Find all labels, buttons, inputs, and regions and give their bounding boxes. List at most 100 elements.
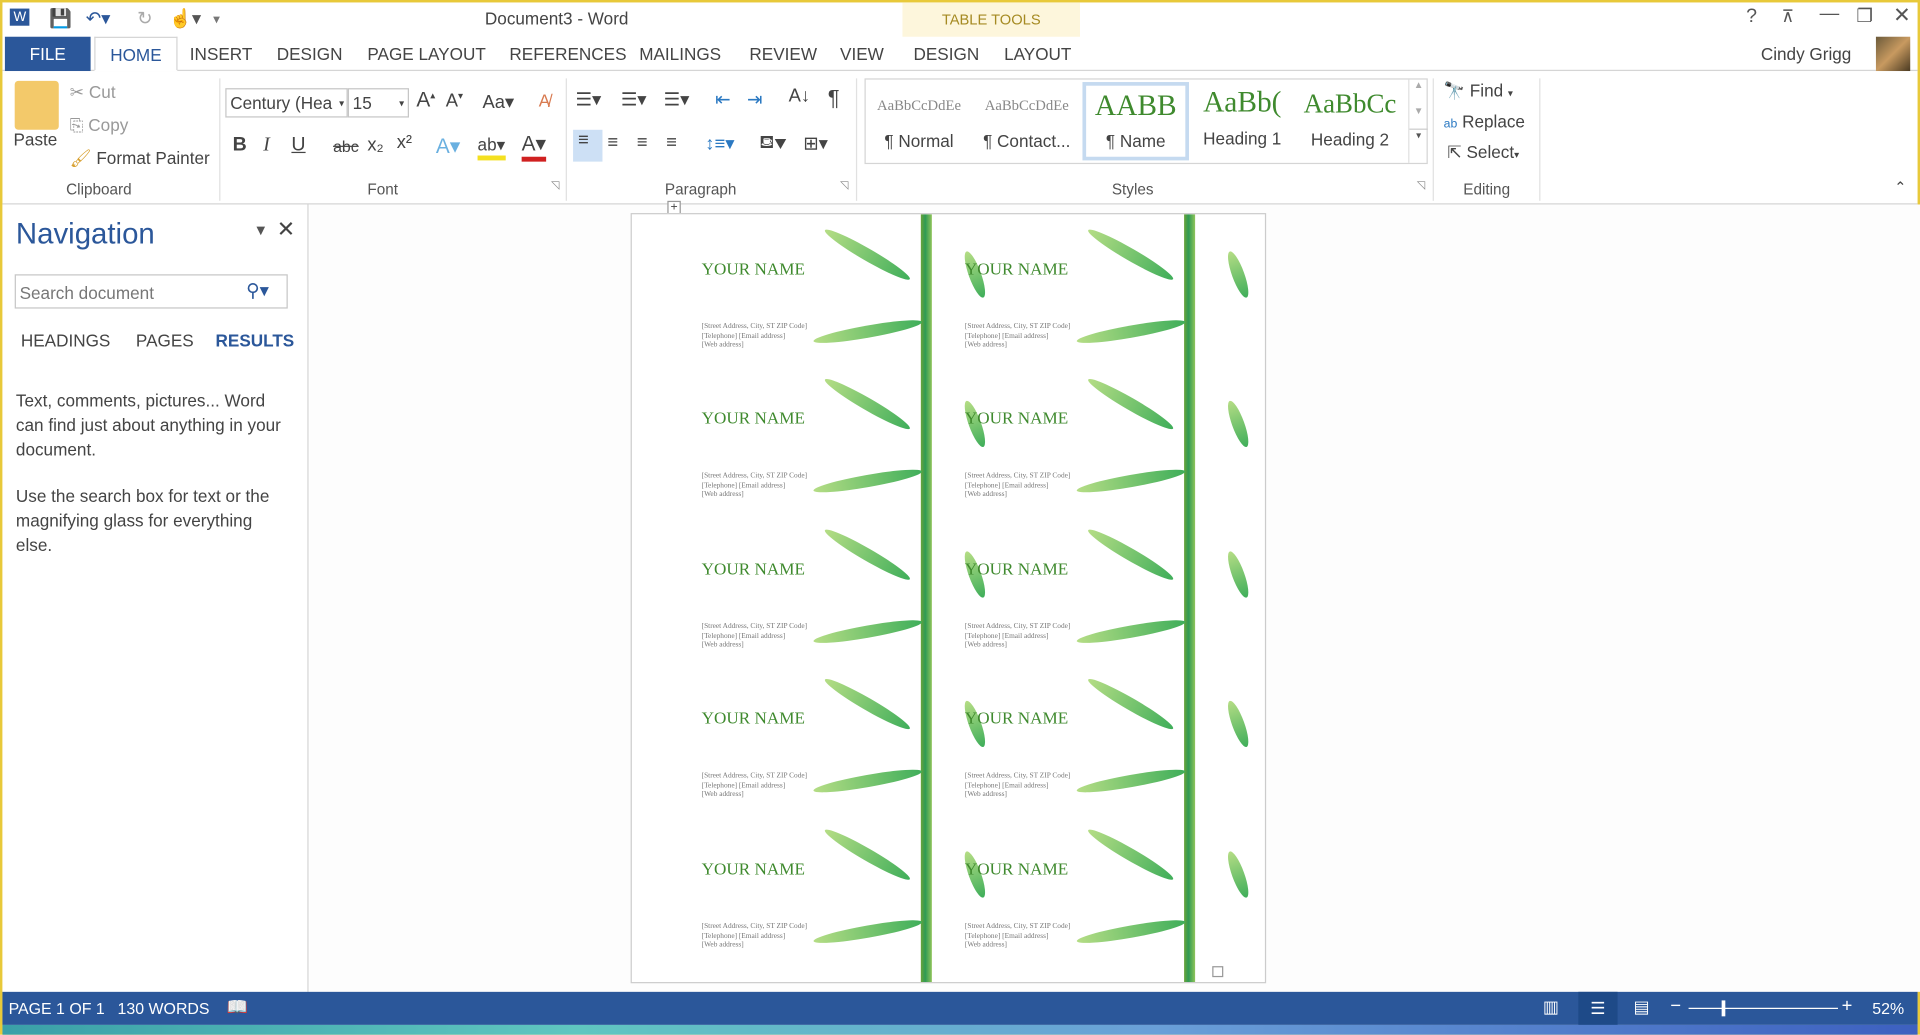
nav-tab-results[interactable]: RESULTS bbox=[216, 331, 295, 351]
copy-button[interactable]: ⎘ Copy bbox=[70, 115, 129, 136]
bold-button[interactable]: B bbox=[233, 135, 247, 157]
user-avatar[interactable] bbox=[1875, 36, 1911, 72]
align-left-icon[interactable]: ≡ bbox=[573, 129, 603, 162]
shading-icon[interactable]: ⛾▾ bbox=[759, 132, 786, 155]
replace-button[interactable]: ab Replace bbox=[1444, 111, 1525, 131]
select-button[interactable]: ⇱ Select▾ bbox=[1447, 142, 1519, 163]
tab-file[interactable]: FILE bbox=[4, 36, 91, 72]
font-color-icon[interactable]: A▾ bbox=[521, 132, 546, 162]
tab-insert[interactable]: INSERT bbox=[190, 37, 253, 71]
table-resize-handle-icon[interactable] bbox=[1212, 966, 1224, 978]
card-name: YOUR NAME bbox=[964, 710, 1069, 729]
tab-design[interactable]: DESIGN bbox=[277, 37, 343, 71]
format-painter-button[interactable]: 🖌 Format Painter bbox=[70, 148, 210, 169]
paste-button[interactable]: Paste bbox=[13, 130, 57, 150]
style-heading-2[interactable]: AaBbCc Heading 2 bbox=[1297, 80, 1404, 156]
nav-tab-headings[interactable]: HEADINGS bbox=[21, 331, 111, 351]
font-size-field[interactable]: 15 ▾ bbox=[347, 88, 409, 118]
tab-mailings[interactable]: MAILINGS bbox=[639, 37, 721, 71]
shrink-font-icon[interactable]: A▾ bbox=[446, 91, 463, 112]
multilevel-list-icon[interactable]: ☰▾ bbox=[664, 88, 690, 110]
save-icon[interactable]: 💾 bbox=[49, 7, 72, 30]
print-layout-icon[interactable]: ☰ bbox=[1578, 991, 1618, 1025]
card-address: [Street Address, City, ST ZIP Code] bbox=[964, 472, 1071, 481]
subscript-button[interactable]: x₂ bbox=[367, 135, 383, 156]
tab-table-design[interactable]: DESIGN bbox=[913, 37, 979, 71]
zoom-slider-thumb[interactable] bbox=[1722, 1000, 1726, 1017]
word-count[interactable]: 130 WORDS bbox=[118, 999, 210, 1017]
collapse-ribbon-icon[interactable]: ⌃ bbox=[1894, 179, 1906, 196]
justify-icon[interactable]: ≡ bbox=[666, 132, 677, 153]
zoom-in-icon[interactable]: + bbox=[1842, 996, 1853, 1017]
grow-font-icon[interactable]: A▴ bbox=[416, 88, 435, 112]
clear-formatting-icon[interactable]: A̸ bbox=[539, 91, 550, 111]
minimize-icon[interactable]: — bbox=[1820, 4, 1840, 26]
redo-icon[interactable]: ↻ bbox=[137, 7, 152, 30]
line-spacing-icon[interactable]: ↕≡▾ bbox=[705, 132, 734, 154]
font-dialog-launcher-icon[interactable]: ◹ bbox=[551, 179, 559, 192]
style-contact[interactable]: AaBbCcDdEe ¶ Contact... bbox=[973, 80, 1080, 156]
ribbon-display-icon[interactable]: ⊼ bbox=[1782, 6, 1795, 27]
italic-button[interactable]: I bbox=[263, 135, 270, 157]
zoom-slider[interactable] bbox=[1688, 1007, 1838, 1009]
bamboo-leaf bbox=[1085, 374, 1177, 434]
nav-options-icon[interactable]: ▼ bbox=[253, 222, 268, 239]
tab-references[interactable]: REFERENCES bbox=[509, 37, 626, 71]
align-center-icon[interactable]: ≡ bbox=[607, 132, 618, 153]
maximize-icon[interactable]: ❐ bbox=[1856, 5, 1872, 27]
tab-table-layout[interactable]: LAYOUT bbox=[1004, 37, 1071, 71]
tab-review[interactable]: REVIEW bbox=[749, 37, 817, 71]
card-web: [Web address] bbox=[701, 341, 744, 349]
cut-button[interactable]: ✂ Cut bbox=[70, 82, 116, 103]
show-formatting-icon[interactable]: ¶ bbox=[828, 86, 840, 112]
divider bbox=[1432, 78, 1434, 201]
superscript-button[interactable]: x² bbox=[397, 132, 412, 153]
align-right-icon[interactable]: ≡ bbox=[637, 132, 648, 153]
styles-scrollbar[interactable]: ▲ ▼ ▾ bbox=[1408, 79, 1428, 163]
style-name[interactable]: AABB ¶ Name bbox=[1082, 82, 1189, 161]
increase-indent-icon[interactable]: ⇥ bbox=[747, 88, 762, 110]
paragraph-dialog-launcher-icon[interactable]: ◹ bbox=[840, 179, 848, 192]
decrease-indent-icon[interactable]: ⇤ bbox=[715, 88, 730, 110]
tab-view[interactable]: VIEW bbox=[840, 37, 884, 71]
tab-page-layout[interactable]: PAGE LAYOUT bbox=[367, 37, 485, 71]
undo-icon[interactable]: ↶▾ bbox=[86, 7, 111, 30]
read-mode-icon[interactable]: ▥ bbox=[1543, 997, 1559, 1018]
user-name[interactable]: Cindy Grigg bbox=[1761, 37, 1852, 71]
style-heading-1[interactable]: AaBb(Heading 1 bbox=[1189, 80, 1296, 156]
bamboo-stalk bbox=[920, 214, 932, 983]
sort-icon[interactable]: A↓ bbox=[789, 86, 810, 107]
bamboo-leaf bbox=[821, 524, 913, 585]
styles-dialog-launcher-icon[interactable]: ◹ bbox=[1417, 179, 1425, 192]
search-document-input[interactable]: Search document ⚲▾ bbox=[14, 274, 288, 309]
page-count[interactable]: PAGE 1 OF 1 bbox=[9, 999, 105, 1017]
underline-button[interactable]: U bbox=[291, 135, 305, 157]
zoom-out-icon[interactable]: − bbox=[1670, 996, 1681, 1017]
help-icon[interactable]: ? bbox=[1746, 6, 1757, 28]
customize-qat-icon[interactable]: ▾ bbox=[213, 11, 220, 27]
close-icon[interactable]: ✕ bbox=[1893, 4, 1910, 28]
tab-home[interactable]: HOME bbox=[94, 36, 178, 72]
change-case-button[interactable]: Aa▾ bbox=[482, 91, 514, 113]
bullets-icon[interactable]: ☰▾ bbox=[576, 88, 602, 110]
highlight-icon[interactable]: ab▾ bbox=[477, 135, 506, 161]
style-normal[interactable]: AaBbCcDdEe ¶ Normal bbox=[866, 80, 973, 156]
paste-icon[interactable] bbox=[14, 80, 59, 130]
card-phone-email: [Telephone] [Email address] bbox=[701, 932, 786, 940]
proofing-icon[interactable]: 📖 bbox=[227, 997, 248, 1018]
nav-close-icon[interactable]: ✕ bbox=[277, 217, 295, 243]
touch-mode-icon[interactable]: ☝▾ bbox=[169, 7, 201, 30]
strikethrough-button[interactable]: abc bbox=[333, 137, 359, 155]
nav-tab-pages[interactable]: PAGES bbox=[136, 331, 194, 351]
text-effects-icon[interactable]: A▾ bbox=[436, 135, 460, 159]
font-name-field[interactable]: Century (Hea ▾ bbox=[225, 88, 348, 118]
divider bbox=[1539, 78, 1541, 201]
find-button[interactable]: 🔭 Find ▾ bbox=[1444, 81, 1513, 102]
document-area: + YOUR NAME [Street Address, City, ST ZIP… bbox=[309, 200, 1920, 992]
borders-icon[interactable]: ⊞▾ bbox=[803, 132, 828, 154]
zoom-level[interactable]: 52% bbox=[1872, 999, 1904, 1017]
web-layout-icon[interactable]: ▤ bbox=[1633, 997, 1649, 1018]
search-magnifier-icon[interactable]: ⚲▾ bbox=[246, 279, 269, 301]
document-page[interactable]: YOUR NAME [Street Address, City, ST ZIP C… bbox=[630, 213, 1267, 984]
numbering-icon[interactable]: ☰▾ bbox=[621, 88, 647, 110]
